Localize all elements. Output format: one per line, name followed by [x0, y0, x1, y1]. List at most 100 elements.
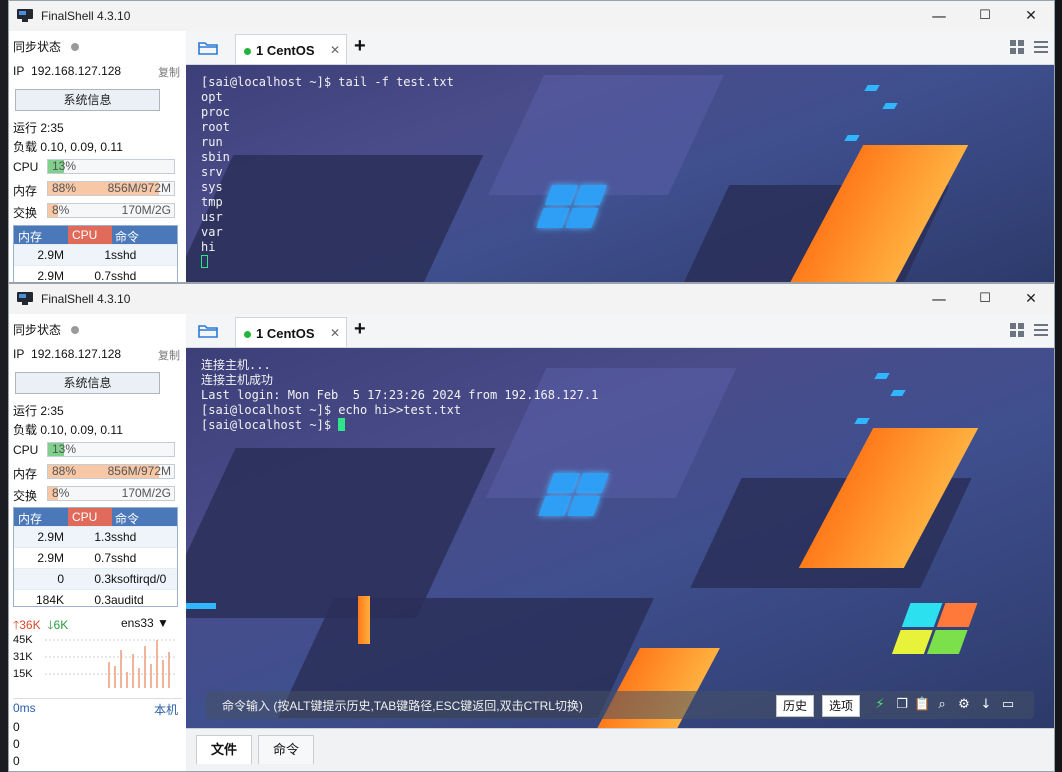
finalshell-window-front[interactable]: FinalShell 4.3.10 — ☐ ✕ 同步状态 IP 192.168.…: [8, 283, 1055, 772]
load-label: 负载: [13, 140, 38, 154]
swap-label: 交换: [13, 206, 38, 220]
copy-ip-link[interactable]: 复制: [158, 64, 180, 80]
uptime-value: 2:35: [40, 404, 64, 418]
col-cmd[interactable]: 命令: [115, 228, 139, 245]
new-tab-button[interactable]: +: [354, 35, 366, 58]
latency-host[interactable]: 本机: [154, 701, 178, 718]
col-mem[interactable]: 内存: [18, 510, 42, 527]
menu-icon[interactable]: [1034, 324, 1048, 336]
swap-detail: 170M/2G: [121, 486, 171, 500]
gear-icon[interactable]: ⚙: [956, 697, 972, 713]
maximize-button[interactable]: ☐: [962, 1, 1008, 31]
latency-row: 0: [13, 737, 20, 751]
terminal-cursor: [338, 418, 346, 431]
minimize-button[interactable]: —: [916, 1, 962, 31]
row-cpu: 0.7: [94, 551, 111, 565]
col-mem[interactable]: 内存: [18, 228, 42, 245]
mem-percent: 88%: [52, 181, 77, 195]
mem-detail: 856M/972M: [107, 181, 171, 195]
table-row[interactable]: 2.9M 1 sshd: [14, 244, 177, 265]
row-mem: 0: [57, 572, 64, 586]
sync-status: 同步状态: [13, 38, 182, 54]
row-cpu: 0.3: [94, 593, 111, 607]
table-row[interactable]: 184K 0.3 auditd: [14, 589, 177, 607]
row-mem: 2.9M: [37, 530, 64, 544]
terminal-area[interactable]: 连接主机... 连接主机成功 Last login: Mon Feb 5 17:…: [186, 348, 1054, 729]
row-cmd: ksoftirqd/0: [111, 572, 167, 586]
paste-icon[interactable]: 📋: [914, 697, 930, 713]
row-cpu: 0.3: [94, 572, 111, 586]
system-info-button[interactable]: 系统信息: [15, 89, 160, 111]
session-tab-bar: 1 CentOS ✕ +: [186, 31, 1054, 65]
terminal-cursor: [201, 255, 208, 268]
finalshell-window-back[interactable]: FinalShell 4.3.10 — ☐ ✕ 同步状态 IP 192.168.…: [8, 0, 1055, 283]
folder-icon[interactable]: [198, 41, 218, 55]
row-mem: 184K: [35, 593, 64, 607]
lightning-icon[interactable]: ⚡: [872, 697, 888, 713]
tab-commands[interactable]: 命令: [258, 735, 315, 764]
row-cpu: 1: [104, 248, 111, 262]
tab-label: 1 CentOS: [256, 326, 315, 341]
connected-dot-icon: [244, 48, 251, 55]
copy-icon[interactable]: ❐: [894, 697, 910, 713]
tab-label: 1 CentOS: [256, 43, 315, 58]
load-row: 负载 0.10, 0.09, 0.11: [13, 421, 182, 437]
process-table[interactable]: 内存 CPU 命令 2.9M 1 sshd 2.9M 0.7 sshd: [13, 225, 178, 282]
interface-select[interactable]: ens33 ▼: [121, 616, 169, 630]
latency-row: 0: [13, 754, 20, 768]
history-button[interactable]: 历史: [776, 695, 815, 717]
table-row[interactable]: 2.9M 0.7 sshd: [14, 547, 177, 568]
desktop-background: [1055, 0, 1062, 772]
ip-value: 192.168.127.128: [31, 347, 122, 361]
swap-meter: 8% 170M/2G: [47, 486, 175, 501]
table-row[interactable]: 2.9M 0.7 sshd: [14, 265, 177, 282]
sync-status-dot-icon: [71, 43, 80, 51]
close-button[interactable]: ✕: [1008, 284, 1054, 314]
download-icon[interactable]: ↓: [978, 697, 994, 713]
layout-grid-icon[interactable]: [1010, 40, 1024, 54]
folder-icon[interactable]: [198, 324, 218, 338]
window-title: FinalShell 4.3.10: [41, 292, 131, 306]
minimize-button[interactable]: —: [916, 284, 962, 314]
system-info-button[interactable]: 系统信息: [15, 372, 160, 394]
uptime-row: 运行 2:35: [13, 402, 182, 418]
window-icon[interactable]: ▭: [1000, 697, 1016, 713]
swap-meter: 8% 170M/2G: [47, 203, 175, 218]
close-button[interactable]: ✕: [1008, 1, 1054, 31]
cpu-meter: 13%: [47, 442, 175, 457]
cpu-label: CPU: [13, 160, 39, 174]
table-row[interactable]: 0 0.3 ksoftirqd/0: [14, 568, 177, 589]
process-table[interactable]: 内存 CPU 命令 2.9M 1.3 sshd 2.9M 0.7 sshd 0 0.3 ks…: [13, 507, 178, 607]
terminal-area[interactable]: [sai@localhost ~]$ tail -f test.txt opt …: [186, 65, 1054, 282]
tab-centos[interactable]: 1 CentOS ✕: [235, 317, 347, 347]
interface-name: ens33: [121, 616, 154, 630]
layout-grid-icon[interactable]: [1010, 323, 1024, 337]
new-tab-button[interactable]: +: [354, 318, 366, 341]
options-button[interactable]: 选项: [822, 695, 861, 717]
menu-icon[interactable]: [1034, 41, 1048, 53]
command-input-hint[interactable]: 命令输入 (按ALT键提示历史,TAB键路径,ESC键返回,双击CTRL切换): [222, 697, 583, 714]
copy-ip-link[interactable]: 复制: [158, 347, 180, 363]
ip-row: IP 192.168.127.128 复制: [13, 347, 182, 363]
cpu-percent: 13%: [52, 442, 77, 456]
title-bar[interactable]: FinalShell 4.3.10 — ☐ ✕: [9, 284, 1054, 314]
ip-value: 192.168.127.128: [31, 64, 122, 78]
col-cmd[interactable]: 命令: [115, 510, 139, 527]
search-icon[interactable]: ⌕: [934, 697, 950, 713]
col-cpu[interactable]: CPU: [68, 508, 112, 526]
command-input-bar[interactable]: 命令输入 (按ALT键提示历史,TAB键路径,ESC键返回,双击CTRL切换) …: [206, 691, 1034, 719]
row-cmd: sshd: [111, 530, 137, 544]
sync-status-label: 同步状态: [13, 323, 62, 337]
swap-label: 交换: [13, 489, 38, 503]
tab-files[interactable]: 文件: [196, 735, 253, 764]
load-value: 0.10, 0.09, 0.11: [40, 423, 123, 437]
col-cpu[interactable]: CPU: [68, 226, 112, 244]
close-tab-icon[interactable]: ✕: [330, 326, 340, 340]
bottom-panel-tabs: 文件 命令: [186, 728, 1054, 771]
close-tab-icon[interactable]: ✕: [330, 43, 340, 57]
download-rate: 6K: [53, 618, 69, 632]
title-bar[interactable]: FinalShell 4.3.10 — ☐ ✕: [9, 1, 1054, 31]
table-row[interactable]: 2.9M 1.3 sshd: [14, 526, 177, 547]
tab-centos[interactable]: 1 CentOS ✕: [235, 34, 347, 64]
maximize-button[interactable]: ☐: [962, 284, 1008, 314]
